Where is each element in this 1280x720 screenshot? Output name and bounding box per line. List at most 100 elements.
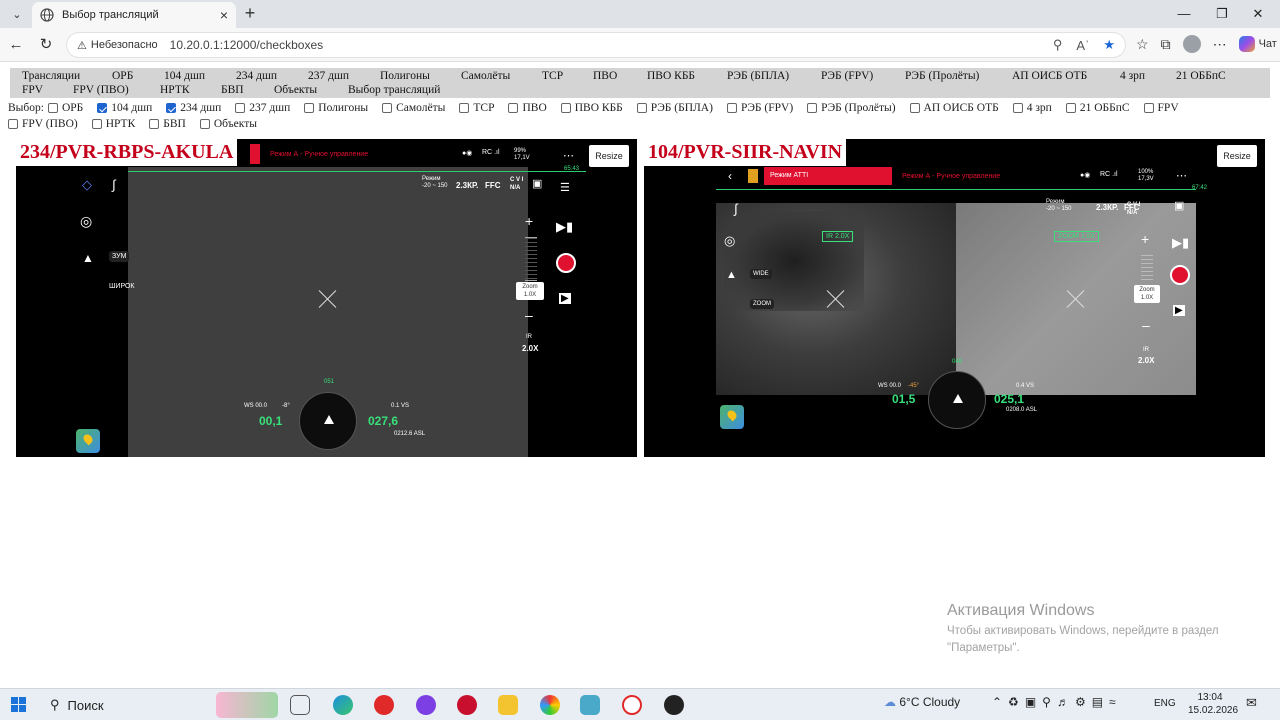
flight-path-icon[interactable]: ∫ — [734, 201, 738, 216]
checkbox-unchecked-icon[interactable] — [1143, 103, 1154, 113]
stream-checkbox[interactable]: РЭБ (БПЛА) — [636, 101, 713, 115]
messenger-icon[interactable] — [416, 695, 436, 715]
zoom-in-icon[interactable]: + — [1141, 231, 1149, 247]
taskbar-search[interactable]: ⚲ Поиск — [40, 693, 224, 717]
menu-item[interactable]: Самолёты — [461, 70, 510, 82]
menu-item[interactable]: АП ОИСБ ОТБ — [1012, 70, 1087, 82]
checkbox-unchecked-icon[interactable] — [304, 103, 315, 113]
stream-checkbox[interactable]: Самолёты — [382, 101, 445, 115]
url-text[interactable]: 10.20.0.1:12000/checkboxes — [170, 38, 1053, 52]
start-button[interactable] — [11, 697, 26, 712]
close-tab-icon[interactable]: × — [220, 7, 228, 23]
checkbox-unchecked-icon[interactable] — [508, 103, 519, 113]
checkbox-unchecked-icon[interactable] — [807, 103, 818, 113]
reload-button[interactable]: ↻ — [36, 35, 56, 55]
menu-item[interactable]: FPV — [22, 84, 43, 96]
ffc-button[interactable]: FFC — [485, 181, 501, 190]
close-window-button[interactable]: ✕ — [1240, 2, 1276, 26]
wide-button[interactable]: ШИРОК — [106, 281, 137, 292]
stream-checkbox[interactable]: Полигоны — [304, 101, 368, 115]
stream-checkbox[interactable]: РЭБ (Пролёты) — [807, 101, 896, 115]
menu-item[interactable]: 237 дшп — [308, 70, 349, 82]
task-view-icon[interactable] — [290, 695, 310, 715]
menu-item[interactable]: БВП — [221, 84, 244, 96]
checkbox-unchecked-icon[interactable] — [909, 103, 920, 113]
record-button[interactable] — [1170, 265, 1190, 285]
checkbox-unchecked-icon[interactable] — [560, 103, 571, 113]
weather-widget[interactable]: ☁ 6°C Cloudy — [884, 695, 960, 709]
stream-checkbox[interactable]: 4 зрп — [1012, 101, 1052, 115]
stream-checkbox[interactable]: FPV (ПВО) — [8, 117, 78, 131]
edge-icon[interactable] — [333, 695, 353, 715]
insecure-label[interactable]: Небезопасно — [91, 39, 158, 51]
playback-icon[interactable]: ▶ — [559, 293, 571, 304]
menu-item[interactable]: ПВО — [593, 70, 617, 82]
stream-checkbox[interactable]: 234 дшп — [166, 101, 221, 115]
browser-tab[interactable]: Выбор трансляций × — [32, 2, 236, 28]
stream-104[interactable]: Режим ATTI Режим А - Ручное управление ‹… — [644, 139, 1265, 457]
stream-checkbox[interactable]: ОРБ — [47, 101, 83, 115]
checkbox-unchecked-icon[interactable] — [1065, 103, 1076, 113]
stream-checkbox[interactable]: ПВО КББ — [560, 101, 623, 115]
zoom-icon[interactable]: ⚲ — [1053, 37, 1063, 53]
video-camera-icon[interactable]: ▶▮ — [556, 219, 573, 235]
menu-item[interactable]: РЭБ (Пролёты) — [905, 70, 979, 82]
favorite-star-icon[interactable]: ★ — [1103, 37, 1115, 53]
stream-checkbox[interactable]: ПВО — [508, 101, 547, 115]
menu-item[interactable]: ПВО КББ — [647, 70, 695, 82]
minimize-button[interactable]: — — [1166, 2, 1202, 26]
home-point-icon[interactable]: ▲ — [82, 251, 94, 265]
resize-button[interactable]: Resize — [589, 145, 629, 167]
menu-item[interactable]: Трансляции — [22, 70, 80, 82]
language-indicator[interactable]: ENG — [1154, 698, 1176, 709]
checkbox-unchecked-icon[interactable] — [199, 119, 210, 129]
stream-checkbox[interactable]: ТСР — [459, 101, 494, 115]
stream-checkbox[interactable]: НРТК — [91, 117, 135, 131]
copilot-button[interactable]: Чат — [1238, 36, 1277, 52]
flight-path-icon[interactable]: ∫ — [112, 177, 116, 192]
menu-item[interactable]: Объекты — [274, 84, 317, 96]
zoom-slider[interactable] — [1141, 255, 1153, 283]
target-icon[interactable]: ◎ — [80, 213, 92, 230]
video-camera-icon[interactable]: ▶▮ — [1172, 235, 1189, 251]
checkbox-unchecked-icon[interactable] — [8, 119, 18, 129]
checkbox-unchecked-icon[interactable] — [91, 119, 102, 129]
checkbox-unchecked-icon[interactable] — [726, 103, 737, 113]
checkbox-unchecked-icon[interactable] — [382, 103, 393, 113]
checkbox-unchecked-icon[interactable] — [47, 103, 58, 113]
app-window-icon[interactable] — [580, 695, 600, 715]
app-dark-icon[interactable] — [664, 695, 684, 715]
resize-button[interactable]: Resize — [1217, 145, 1257, 167]
stream-checkbox[interactable]: 104 дшп — [97, 101, 152, 115]
camera-switch-icon[interactable]: ▣ — [1174, 199, 1184, 212]
widget-flowers-icon[interactable] — [216, 692, 278, 718]
zoom-out-icon[interactable]: – — [525, 307, 533, 323]
map-icon[interactable] — [720, 405, 744, 429]
back-icon[interactable]: ‹ — [728, 169, 732, 183]
zoom-in-icon[interactable]: + — [525, 213, 533, 229]
file-explorer-icon[interactable] — [498, 695, 518, 715]
checkbox-unchecked-icon[interactable] — [235, 103, 246, 113]
menu-item[interactable]: РЭБ (БПЛА) — [727, 70, 789, 82]
menu-item[interactable]: Полигоны — [380, 70, 430, 82]
address-bar[interactable]: ⚠ Небезопасно 10.20.0.1:12000/checkboxes… — [66, 32, 1126, 58]
checkbox-checked-icon[interactable] — [166, 103, 177, 113]
menu-item[interactable]: 4 зрп — [1120, 70, 1145, 82]
clock[interactable]: 13:04 15.02.2026 — [1188, 691, 1238, 717]
menu-item[interactable]: ОРБ — [112, 70, 133, 82]
more-menu-icon[interactable]: ⋯ — [1213, 36, 1227, 53]
stream-checkbox[interactable]: FPV — [1143, 101, 1179, 115]
checkbox-unchecked-icon[interactable] — [149, 119, 160, 129]
stream-checkbox[interactable]: 237 дшп — [235, 101, 290, 115]
waypoint-icon[interactable]: ◇ — [82, 177, 92, 193]
menu-item[interactable]: 104 дшп — [164, 70, 205, 82]
yandex-icon[interactable] — [374, 695, 394, 715]
zoom-button[interactable]: ZOOM — [750, 299, 774, 309]
checkbox-unchecked-icon[interactable] — [636, 103, 647, 113]
menu-item[interactable]: РЭБ (FPV) — [821, 70, 873, 82]
wide-button[interactable]: WIDE — [750, 269, 772, 279]
stream-checkbox[interactable]: Объекты — [199, 117, 257, 131]
stream-checkbox[interactable]: АП ОИСБ ОТБ — [909, 101, 999, 115]
menu-item[interactable]: FPV (ПВО) — [73, 84, 129, 96]
map-icon[interactable] — [76, 429, 100, 453]
